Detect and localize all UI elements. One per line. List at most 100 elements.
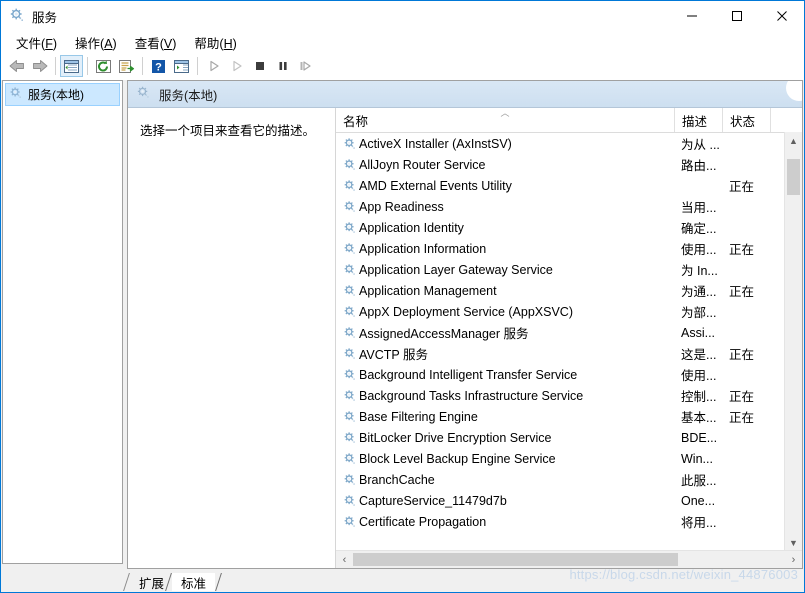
column-header-status[interactable]: 状态 bbox=[723, 108, 771, 132]
table-row[interactable]: AVCTP 服务 这是... 正在 bbox=[336, 343, 785, 364]
svg-text:?: ? bbox=[155, 61, 162, 73]
table-row[interactable]: Application Information 使用... 正在 bbox=[336, 238, 785, 259]
service-name-label: AMD External Events Utility bbox=[359, 178, 512, 193]
gear-icon bbox=[136, 85, 151, 103]
scroll-up-icon[interactable]: ▲ bbox=[785, 132, 802, 149]
table-row[interactable]: AppX Deployment Service (AppXSVC) 为部... bbox=[336, 301, 785, 322]
service-gear-icon bbox=[343, 389, 357, 403]
cell-service-description: 控制... bbox=[681, 390, 717, 404]
menu-help[interactable]: 帮助(H) bbox=[185, 31, 245, 54]
table-row[interactable]: Base Filtering Engine 基本... 正在 bbox=[336, 406, 785, 427]
menu-view-label: 查看 bbox=[134, 36, 160, 51]
menu-action[interactable]: 操作(A) bbox=[66, 31, 126, 54]
cell-service-status: 正在 bbox=[729, 180, 755, 194]
cell-service-description: 使用... bbox=[681, 369, 717, 383]
pause-service-icon[interactable] bbox=[271, 55, 294, 77]
resume-service-icon[interactable] bbox=[225, 55, 248, 77]
cell-service-name: BranchCache bbox=[336, 473, 675, 487]
list-column-headers: 名称 ︿ 描述 状态 bbox=[336, 108, 802, 133]
result-content: 选择一个项目来查看它的描述。 名称 ︿ 描述 状态 ActiveX Instal… bbox=[128, 108, 802, 568]
table-row[interactable]: AllJoyn Router Service 路由... bbox=[336, 154, 785, 175]
cell-service-name: CaptureService_11479d7b bbox=[336, 494, 675, 508]
cell-service-name: AssignedAccessManager 服务 bbox=[336, 323, 675, 342]
service-name-label: AssignedAccessManager 服务 bbox=[359, 327, 529, 341]
toolbar-separator bbox=[55, 57, 56, 75]
cell-service-description: 此服... bbox=[681, 474, 717, 488]
tab-standard-label: 标准 bbox=[181, 576, 207, 591]
scroll-down-icon[interactable]: ▼ bbox=[785, 534, 802, 551]
cell-service-description: Win... bbox=[681, 451, 713, 466]
description-placeholder-text: 选择一个项目来查看它的描述。 bbox=[140, 124, 316, 138]
menu-action-accel: A bbox=[104, 36, 113, 51]
cell-service-name: Background Tasks Infrastructure Service bbox=[336, 389, 675, 403]
table-row[interactable]: Background Intelligent Transfer Service 使… bbox=[336, 364, 785, 385]
vertical-scroll-track[interactable] bbox=[785, 149, 802, 534]
tab-standard[interactable]: 标准 bbox=[165, 573, 222, 591]
export-list-icon[interactable] bbox=[115, 55, 138, 77]
service-name-label: Background Tasks Infrastructure Service bbox=[359, 388, 584, 403]
table-row[interactable]: Background Tasks Infrastructure Service 控… bbox=[336, 385, 785, 406]
column-header-name[interactable]: 名称 ︿ bbox=[336, 108, 675, 132]
restart-service-icon[interactable] bbox=[294, 55, 317, 77]
table-row[interactable]: Application Identity 确定... bbox=[336, 217, 785, 238]
start-service-icon[interactable] bbox=[202, 55, 225, 77]
gear-icon bbox=[9, 86, 23, 103]
close-button[interactable] bbox=[759, 1, 804, 31]
cell-service-name: Block Level Backup Engine Service bbox=[336, 452, 675, 466]
minimize-button[interactable] bbox=[669, 1, 714, 31]
help-icon[interactable]: ? bbox=[147, 55, 170, 77]
cell-service-description: 为通... bbox=[681, 285, 717, 299]
column-header-description[interactable]: 描述 bbox=[675, 108, 723, 132]
cell-service-name: App Readiness bbox=[336, 200, 675, 214]
stop-service-icon[interactable] bbox=[248, 55, 271, 77]
cell-service-description: 为从 ... bbox=[681, 138, 720, 152]
console-tree-pane: 服务(本地) bbox=[2, 80, 123, 564]
service-gear-icon bbox=[343, 494, 357, 508]
mmc-result-panel: 服务(本地) 选择一个项目来查看它的描述。 名称 ︿ 描述 状态 ActiveX… bbox=[127, 80, 803, 569]
table-row[interactable]: Block Level Backup Engine Service Win... bbox=[336, 448, 785, 469]
cell-service-description: BDE... bbox=[681, 430, 718, 445]
horizontal-scroll-track[interactable] bbox=[353, 551, 785, 568]
vertical-scrollbar[interactable]: ▲ ▼ bbox=[784, 132, 802, 551]
show-hide-tree-icon[interactable] bbox=[60, 55, 83, 77]
refresh-icon[interactable] bbox=[92, 55, 115, 77]
column-header-description-label: 描述 bbox=[682, 114, 708, 129]
service-gear-icon bbox=[343, 326, 357, 340]
service-name-label: App Readiness bbox=[359, 199, 444, 214]
menu-view[interactable]: 查看(V) bbox=[126, 31, 186, 54]
table-row[interactable]: Application Management 为通... 正在 bbox=[336, 280, 785, 301]
service-name-label: Application Identity bbox=[359, 220, 464, 235]
service-name-label: Base Filtering Engine bbox=[359, 409, 478, 424]
table-row[interactable]: ActiveX Installer (AxInstSV) 为从 ... bbox=[336, 133, 785, 154]
service-gear-icon bbox=[343, 452, 357, 466]
show-action-pane-icon[interactable] bbox=[170, 55, 193, 77]
table-row[interactable]: Application Layer Gateway Service 为 In... bbox=[336, 259, 785, 280]
menu-file[interactable]: 文件(F) bbox=[7, 31, 66, 54]
menu-view-accel: V bbox=[163, 36, 173, 51]
window-title: 服务 bbox=[32, 10, 58, 25]
menu-file-label: 文件 bbox=[16, 36, 42, 51]
toolbar-separator bbox=[142, 57, 143, 75]
toolbar-separator bbox=[87, 57, 88, 75]
table-row[interactable]: BranchCache 此服... bbox=[336, 469, 785, 490]
table-row[interactable]: AssignedAccessManager 服务 Assi... bbox=[336, 322, 785, 343]
table-row[interactable]: CaptureService_11479d7b One... bbox=[336, 490, 785, 511]
table-row[interactable]: BitLocker Drive Encryption Service BDE... bbox=[336, 427, 785, 448]
table-row[interactable]: Certificate Propagation 将用... bbox=[336, 511, 785, 532]
service-gear-icon bbox=[343, 515, 357, 529]
tree-node-services-local[interactable]: 服务(本地) bbox=[5, 83, 120, 106]
horizontal-scroll-thumb[interactable] bbox=[353, 553, 678, 566]
horizontal-scrollbar[interactable]: ‹ › bbox=[336, 550, 802, 568]
scroll-right-icon[interactable]: › bbox=[785, 551, 802, 568]
maximize-button[interactable] bbox=[714, 1, 759, 31]
forward-arrow-icon[interactable] bbox=[28, 55, 51, 77]
service-name-label: Block Level Backup Engine Service bbox=[359, 451, 556, 466]
column-header-status-label: 状态 bbox=[730, 114, 756, 129]
column-header-startup-type[interactable] bbox=[771, 108, 785, 132]
vertical-scroll-thumb[interactable] bbox=[787, 159, 800, 195]
table-row[interactable]: AMD External Events Utility 正在 bbox=[336, 175, 785, 196]
scroll-left-icon[interactable]: ‹ bbox=[336, 551, 353, 568]
service-gear-icon bbox=[343, 137, 357, 151]
back-arrow-icon[interactable] bbox=[5, 55, 28, 77]
table-row[interactable]: App Readiness 当用... bbox=[336, 196, 785, 217]
